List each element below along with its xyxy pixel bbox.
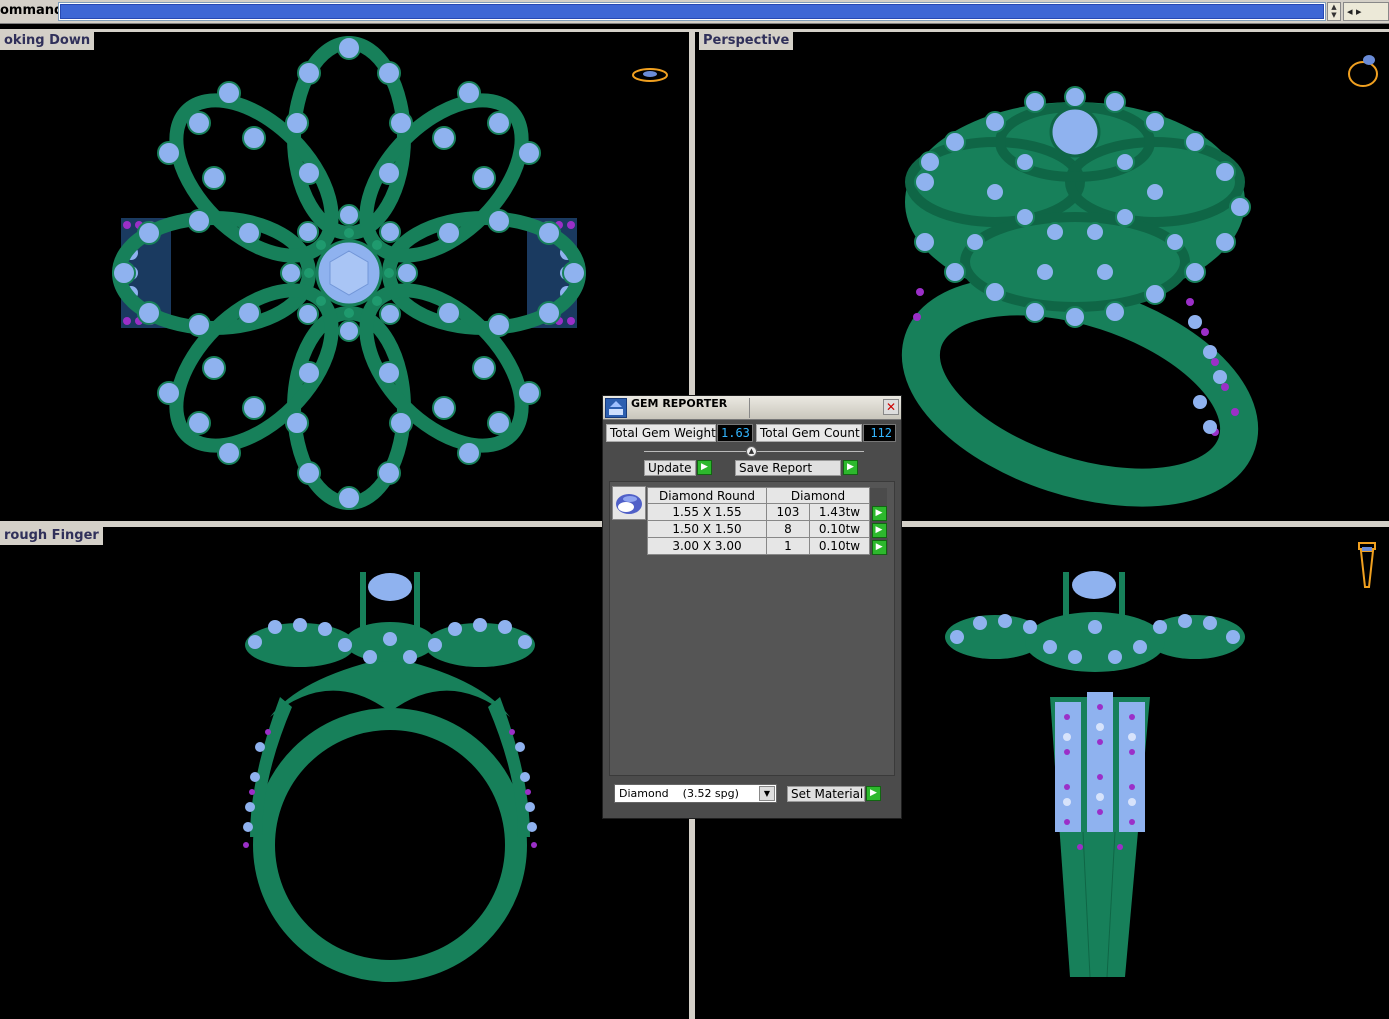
gem-thumbnail[interactable]: [612, 486, 646, 520]
center-stone-perspective: [1049, 106, 1101, 158]
gem-count: 8: [766, 520, 810, 538]
view-cube-icon[interactable]: [630, 64, 670, 86]
app-window: ommand: ▲ ▼ ◂ ▸ oking Down Perspective r…: [0, 0, 1389, 1019]
close-icon[interactable]: ✕: [883, 399, 899, 415]
arrow-right-icon[interactable]: ▶: [871, 539, 887, 555]
gem-table-header-shape: Diamond Round: [647, 487, 767, 504]
table-row[interactable]: 3.00 X 3.00 1 0.10tw ▶: [647, 537, 888, 555]
ring-render-top-view: [112, 36, 586, 510]
viewport-label-through-finger[interactable]: rough Finger: [0, 527, 103, 545]
view-cube-icon[interactable]: [1355, 539, 1379, 591]
gem-count: 1: [766, 537, 810, 555]
total-gem-count-value: 112: [863, 424, 896, 442]
gem-table-header-material: Diamond: [766, 487, 870, 504]
ring-render-front-view: [243, 572, 537, 982]
arrow-right-icon[interactable]: ▶: [697, 460, 712, 475]
arrow-right-icon[interactable]: ▶: [866, 786, 881, 801]
gem-reporter-icon: [605, 398, 627, 418]
table-row[interactable]: 1.55 X 1.55 103 1.43tw ▶: [647, 503, 888, 521]
command-input-selection: [60, 4, 1324, 19]
gem-weight: 0.10tw: [808, 537, 871, 555]
gem-count: 103: [766, 503, 810, 521]
material-select[interactable]: Diamond (3.52 spg): [614, 784, 777, 803]
arrow-right-icon[interactable]: ▶: [843, 460, 858, 475]
view-cube-icon[interactable]: [1345, 50, 1385, 90]
update-button[interactable]: Update: [644, 460, 696, 476]
row-action: ▶: [869, 520, 888, 538]
gem-weight: 1.43tw: [808, 503, 871, 521]
total-gem-weight-value: 1.63: [717, 424, 753, 442]
command-bar: ommand: ▲ ▼ ◂ ▸: [0, 0, 1389, 24]
total-gem-weight-label: Total Gem Weight: [606, 424, 716, 442]
title-separator: [749, 398, 750, 418]
dialog-title: GEM REPORTER: [631, 397, 728, 410]
viewport-label-perspective[interactable]: Perspective: [699, 32, 794, 50]
viewport-looking-down[interactable]: oking Down: [0, 32, 689, 521]
panel-slider-knob[interactable]: ▲: [746, 446, 757, 457]
gem-table-header-spacer: [869, 487, 888, 504]
row-action: ▶: [869, 537, 888, 555]
gem-table: Diamond Round Diamond 1.55 X 1.55 103 1.…: [647, 487, 888, 555]
chevron-down-icon[interactable]: ▼: [759, 786, 775, 801]
arrow-right-icon[interactable]: ▶: [871, 522, 887, 538]
gem-size: 3.00 X 3.00: [647, 537, 767, 555]
command-input[interactable]: [58, 2, 1326, 21]
save-report-button[interactable]: Save Report: [735, 460, 841, 476]
set-material-button[interactable]: Set Material: [787, 786, 865, 802]
viewport-label-looking-down[interactable]: oking Down: [0, 32, 95, 50]
gem-icon: [616, 494, 642, 514]
gem-size: 1.50 X 1.50: [647, 520, 767, 538]
command-history-arrows[interactable]: ◂ ▸: [1343, 2, 1389, 21]
total-gem-count-label: Total Gem Count: [756, 424, 862, 442]
gem-weight: 0.10tw: [808, 520, 871, 538]
viewport-through-finger[interactable]: rough Finger: [0, 527, 689, 1019]
row-action: ▶: [869, 503, 888, 521]
dialog-title-bar[interactable]: GEM REPORTER ✕: [603, 396, 901, 420]
gem-size: 1.55 X 1.55: [647, 503, 767, 521]
table-row[interactable]: 1.50 X 1.50 8 0.10tw ▶: [647, 520, 888, 538]
command-spinner[interactable]: ▲ ▼: [1327, 2, 1341, 21]
arrow-right-icon[interactable]: ▶: [871, 505, 887, 521]
